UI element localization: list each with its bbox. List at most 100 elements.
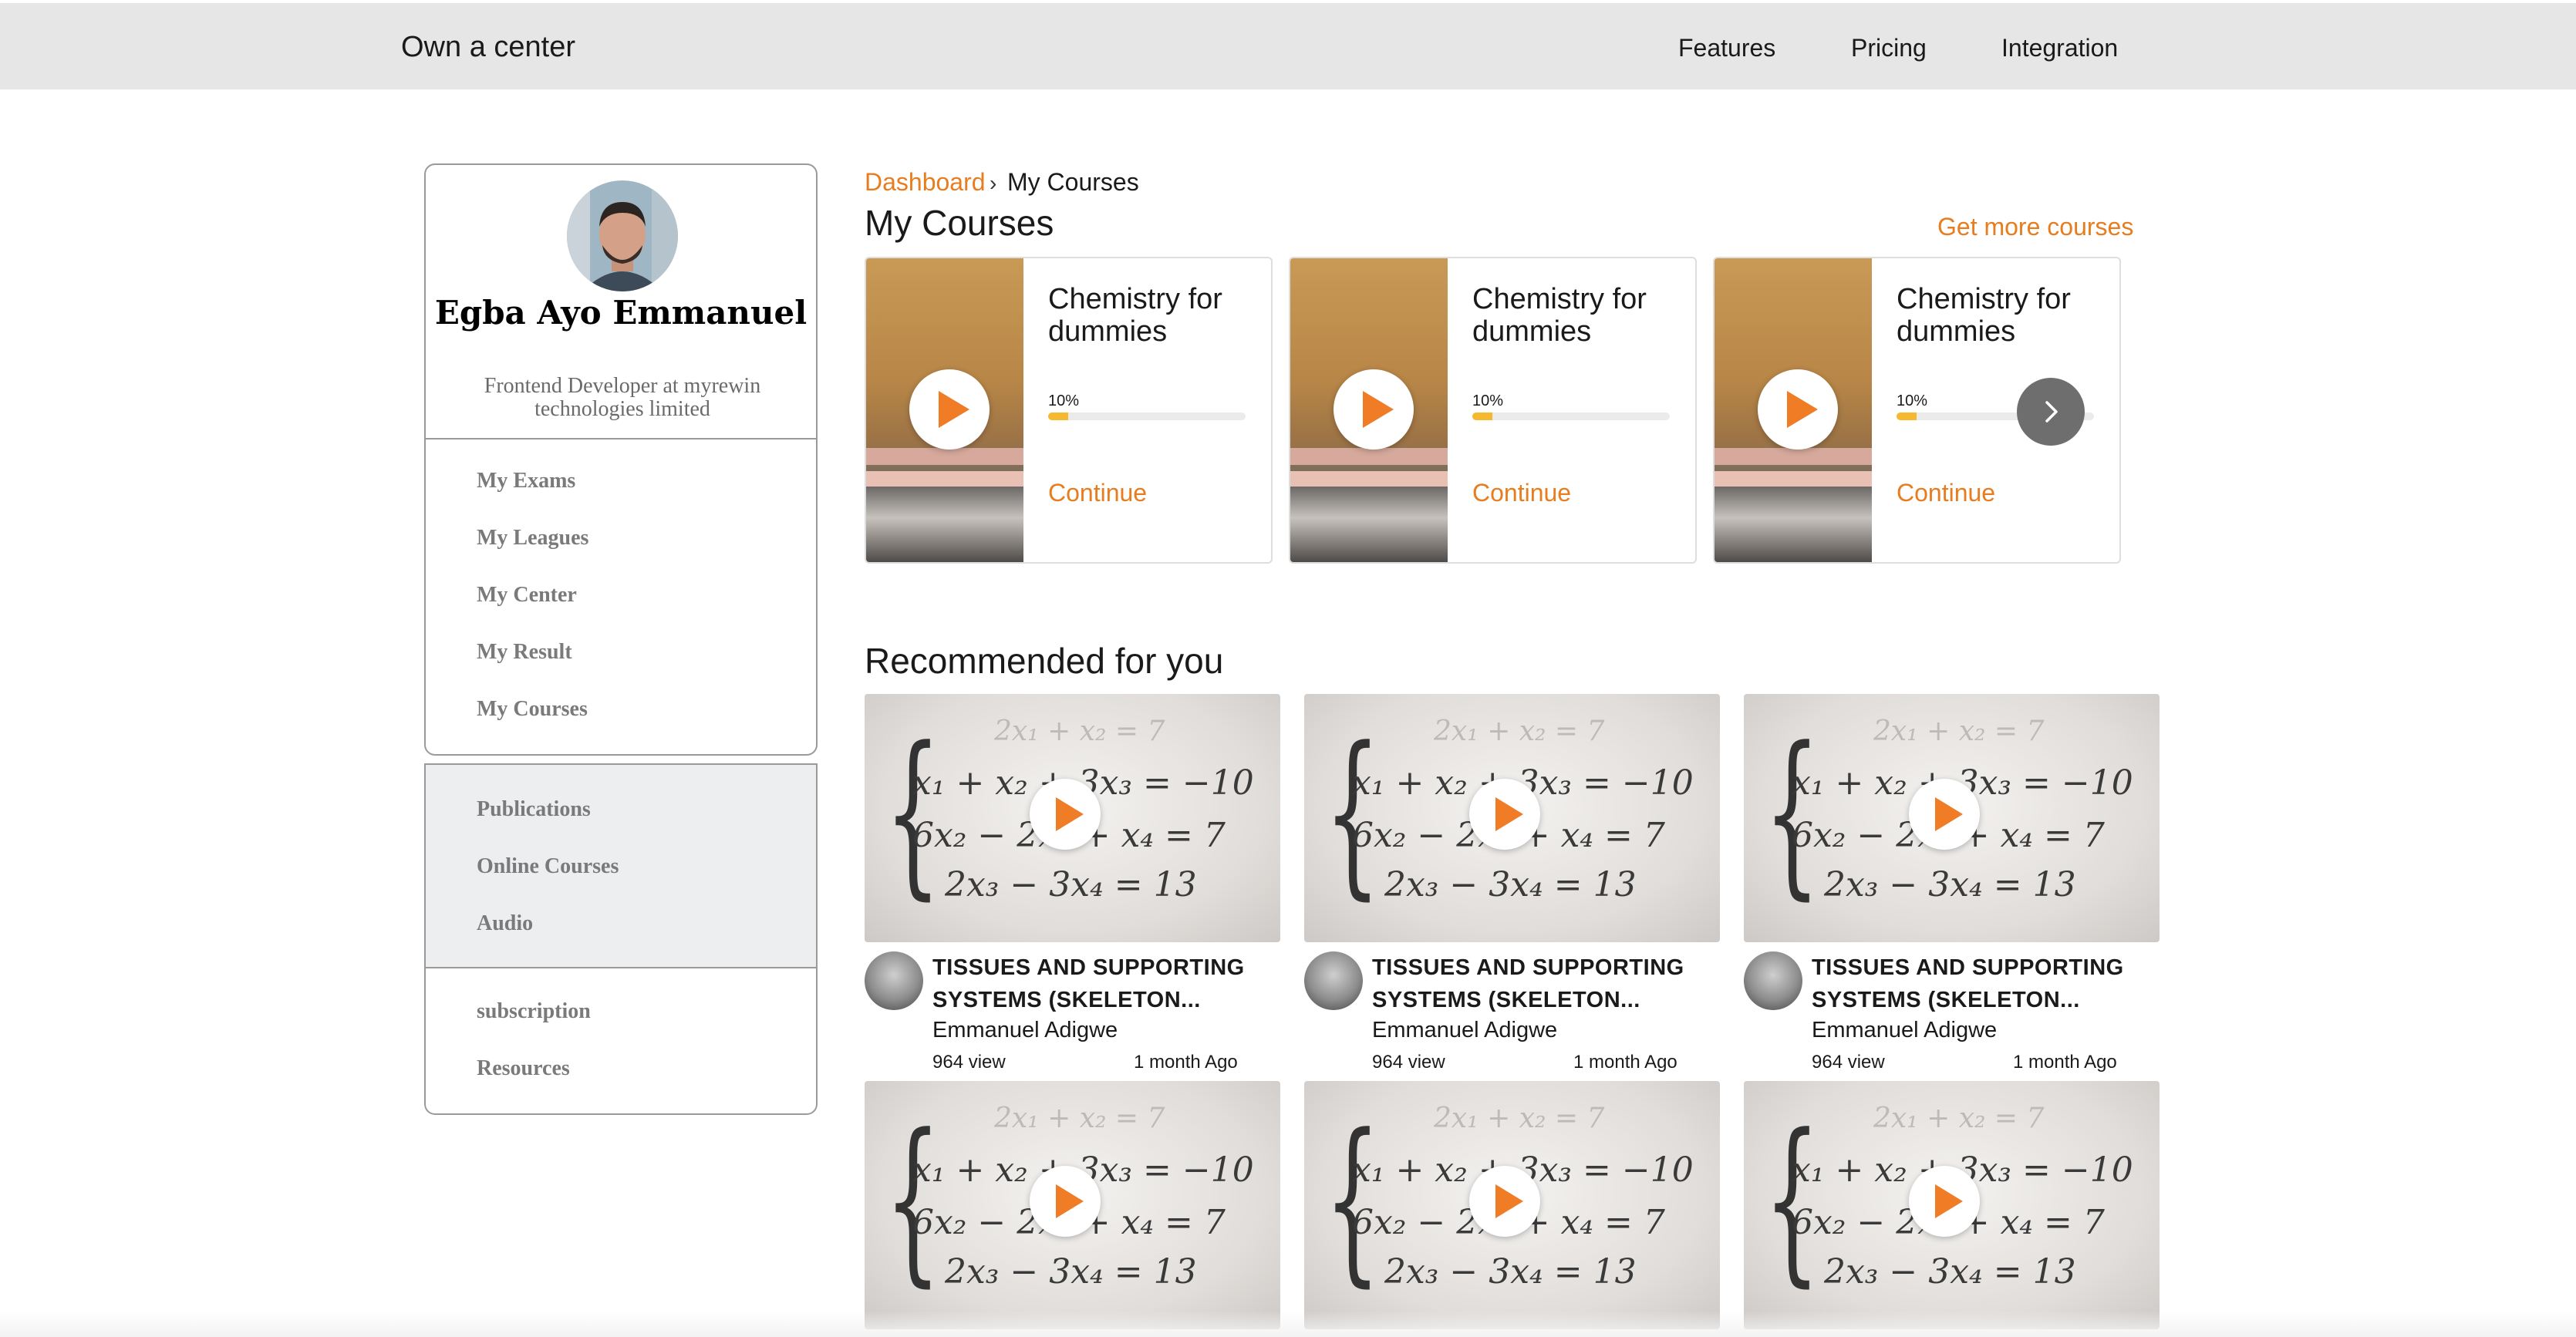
- play-icon[interactable]: [1030, 779, 1101, 850]
- thumbnail-detail: [1715, 471, 1872, 487]
- play-icon[interactable]: [1909, 1166, 1980, 1237]
- play-icon[interactable]: [1334, 369, 1414, 450]
- video-author[interactable]: Emmanuel Adigwe: [1812, 1018, 1997, 1043]
- brand-logo[interactable]: Own a center: [401, 31, 575, 64]
- equation-line: 2x₁ + x₂ = 7: [994, 716, 1165, 747]
- progress-bar: [1048, 413, 1246, 420]
- recommended-title: Recommended for you: [865, 641, 1224, 681]
- video-thumbnail[interactable]: {2x₁ + x₂ = 7x₁ + x₂ + 3x₃ = −106x₂ − 2x…: [1304, 694, 1720, 942]
- profile-header: Egba Ayo Emmanuel Frontend Developer at …: [426, 165, 816, 439]
- equation-line: 2x₁ + x₂ = 7: [1434, 716, 1605, 747]
- menu-item-my-exams[interactable]: My Exams: [477, 469, 575, 493]
- thumbnail-detail: [1290, 471, 1448, 487]
- profile-name: Egba Ayo Emmanuel: [434, 294, 808, 332]
- course-title: Chemistry for dummies: [1897, 283, 2071, 348]
- continue-button[interactable]: Continue: [1472, 479, 1571, 507]
- course-card[interactable]: Chemistry for dummies 10% Continue: [1289, 257, 1697, 564]
- breadcrumb-dashboard[interactable]: Dashboard: [865, 168, 986, 197]
- menu-item-resources[interactable]: Resources: [477, 1056, 570, 1081]
- brace-glyph: {: [1324, 1097, 1381, 1303]
- equation-line: 2x₃ − 3x₄ = 13: [945, 1252, 1197, 1292]
- menu-item-my-center[interactable]: My Center: [477, 583, 577, 608]
- equation-line: 2x₁ + x₂ = 7: [1434, 1103, 1605, 1134]
- author-avatar[interactable]: [1744, 951, 1802, 1010]
- progress-fill: [1472, 413, 1492, 420]
- equation-line: 2x₁ + x₂ = 7: [1873, 1103, 2045, 1134]
- breadcrumb-separator: ›: [990, 171, 997, 195]
- video-time: 1 month Ago: [1573, 1052, 1677, 1073]
- course-card[interactable]: Chemistry for dummies 10% Continue: [865, 257, 1273, 564]
- play-icon[interactable]: [1758, 369, 1838, 450]
- video-thumbnail[interactable]: {2x₁ + x₂ = 7x₁ + x₂ + 3x₃ = −106x₂ − 2x…: [865, 1081, 1280, 1329]
- thumbnail-detail: [1715, 448, 1872, 465]
- carousel-next-button[interactable]: [2017, 378, 2085, 446]
- equation-line: 2x₁ + x₂ = 7: [994, 1103, 1165, 1134]
- sidebar-group-content: Publications Online Courses Audio: [424, 763, 818, 968]
- page-bottom-shade: [0, 1311, 2576, 1337]
- video-author[interactable]: Emmanuel Adigwe: [932, 1018, 1118, 1043]
- video-views: 964 view: [932, 1052, 1006, 1073]
- video-views: 964 view: [1812, 1052, 1885, 1073]
- menu-item-audio[interactable]: Audio: [477, 911, 533, 936]
- brace-glyph: {: [1324, 710, 1381, 916]
- play-icon[interactable]: [1909, 779, 1980, 850]
- video-thumbnail[interactable]: {2x₁ + x₂ = 7x₁ + x₂ + 3x₃ = −106x₂ − 2x…: [1304, 1081, 1720, 1329]
- progress-label: 10%: [1472, 392, 1504, 409]
- author-avatar[interactable]: [1304, 951, 1363, 1010]
- progress-label: 10%: [1897, 392, 1928, 409]
- thumbnail-detail: [866, 471, 1023, 487]
- course-title: Chemistry for dummies: [1048, 283, 1222, 348]
- video-title[interactable]: TISSUES AND SUPPORTING SYSTEMS (SKELETON…: [932, 951, 1272, 1016]
- menu-item-online-courses[interactable]: Online Courses: [477, 854, 619, 879]
- progress-bar: [1472, 413, 1670, 420]
- thumbnail-detail: [866, 448, 1023, 465]
- video-author[interactable]: Emmanuel Adigwe: [1372, 1018, 1557, 1043]
- video-views: 964 view: [1372, 1052, 1445, 1073]
- equation-line: 2x₁ + x₂ = 7: [1873, 716, 2045, 747]
- avatar[interactable]: [567, 180, 678, 291]
- thumbnail-detail: [1290, 448, 1448, 465]
- progress-fill: [1048, 413, 1068, 420]
- continue-button[interactable]: Continue: [1048, 479, 1147, 507]
- nav-link-pricing[interactable]: Pricing: [1851, 34, 1927, 62]
- brace-glyph: {: [885, 1097, 942, 1303]
- get-more-courses-link[interactable]: Get more courses: [1937, 213, 2133, 241]
- menu-item-publications[interactable]: Publications: [477, 797, 591, 822]
- brace-glyph: {: [1764, 1097, 1821, 1303]
- breadcrumb-current: My Courses: [1007, 168, 1139, 196]
- menu-item-subscription[interactable]: subscription: [477, 999, 591, 1024]
- equation-line: 2x₃ − 3x₄ = 13: [1824, 865, 2076, 904]
- video-time: 1 month Ago: [1134, 1052, 1238, 1073]
- play-icon[interactable]: [909, 369, 990, 450]
- top-navbar: Own a center Features Pricing Integratio…: [0, 3, 2576, 89]
- video-thumbnail[interactable]: {2x₁ + x₂ = 7x₁ + x₂ + 3x₃ = −106x₂ − 2x…: [865, 694, 1280, 942]
- equation-line: 2x₃ − 3x₄ = 13: [1824, 1252, 2076, 1292]
- sidebar-group-account: subscription Resources: [424, 968, 818, 1115]
- video-title[interactable]: TISSUES AND SUPPORTING SYSTEMS (SKELETON…: [1372, 951, 1711, 1016]
- brace-glyph: {: [1764, 710, 1821, 916]
- play-icon[interactable]: [1469, 779, 1540, 850]
- course-title: Chemistry for dummies: [1472, 283, 1647, 348]
- nav-link-integration[interactable]: Integration: [2001, 34, 2118, 62]
- nav-link-features[interactable]: Features: [1678, 34, 1775, 62]
- equation-line: 2x₃ − 3x₄ = 13: [1384, 865, 1637, 904]
- video-time: 1 month Ago: [2013, 1052, 2117, 1073]
- profile-role: Frontend Developer at myrewin technologi…: [484, 374, 761, 421]
- progress-label: 10%: [1048, 392, 1080, 409]
- video-thumbnail[interactable]: {2x₁ + x₂ = 7x₁ + x₂ + 3x₃ = −106x₂ − 2x…: [1744, 1081, 2160, 1329]
- play-icon[interactable]: [1469, 1166, 1540, 1237]
- play-icon[interactable]: [1030, 1166, 1101, 1237]
- chevron-right-icon: [2045, 401, 2058, 423]
- profile-card: Egba Ayo Emmanuel Frontend Developer at …: [424, 163, 818, 756]
- equation-line: 2x₃ − 3x₄ = 13: [945, 865, 1197, 904]
- equation-line: 2x₃ − 3x₄ = 13: [1384, 1252, 1637, 1292]
- author-avatar[interactable]: [865, 951, 923, 1010]
- menu-item-my-result[interactable]: My Result: [477, 640, 572, 665]
- video-title[interactable]: TISSUES AND SUPPORTING SYSTEMS (SKELETON…: [1812, 951, 2151, 1016]
- page-title: My Courses: [865, 203, 1054, 243]
- progress-fill: [1897, 413, 1917, 420]
- menu-item-my-courses[interactable]: My Courses: [477, 697, 588, 722]
- continue-button[interactable]: Continue: [1897, 479, 1995, 507]
- video-thumbnail[interactable]: {2x₁ + x₂ = 7x₁ + x₂ + 3x₃ = −106x₂ − 2x…: [1744, 694, 2160, 942]
- menu-item-my-leagues[interactable]: My Leagues: [477, 526, 588, 551]
